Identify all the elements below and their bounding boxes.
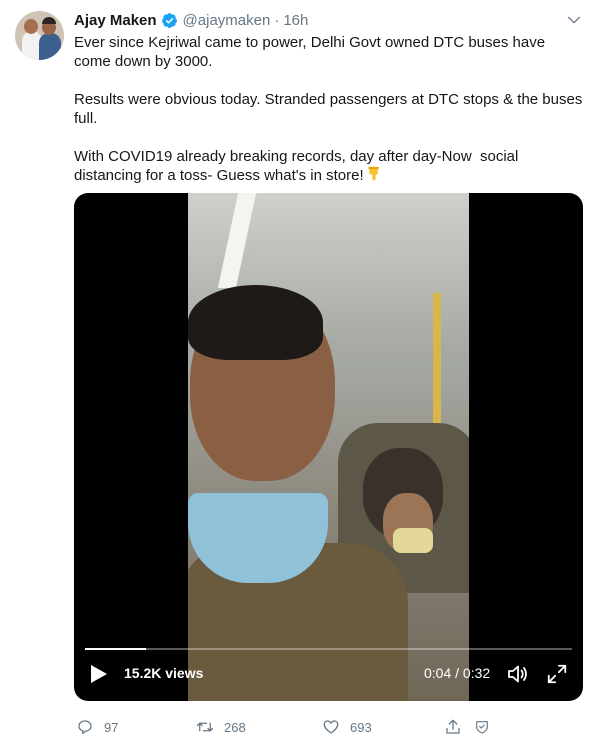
separator-dot: ·: [274, 11, 280, 29]
retweet-icon: [196, 722, 214, 732]
video-controls: 15.2K views 0:04 / 0:32: [74, 659, 583, 689]
share-icon: [446, 719, 460, 734]
avatar[interactable]: [15, 11, 64, 60]
tweet-paragraph: With COVID19 already breaking records, d…: [74, 147, 584, 185]
video-player[interactable]: 15.2K views 0:04 / 0:32: [74, 193, 583, 701]
video-frame: [188, 193, 469, 701]
tweet-actions: 97 268 693: [74, 718, 494, 740]
tweet-paragraph-text: With COVID19 already breaking records, d…: [74, 148, 523, 184]
volume-icon[interactable]: [506, 662, 530, 686]
reply-icon: [78, 720, 92, 735]
retweet-button[interactable]: 268: [196, 718, 246, 736]
tweet-text: Ever since Kejriwal came to power, Delhi…: [74, 33, 584, 185]
video-timecode: 0:04 / 0:32: [424, 665, 490, 681]
share-button[interactable]: [444, 718, 490, 736]
tweet[interactable]: Ajay Maken @ajaymaken · 16h Ever since K…: [0, 0, 595, 742]
chevron-down-icon[interactable]: [566, 12, 582, 28]
shield-check-icon[interactable]: [474, 719, 490, 735]
view-count: 15.2K views: [124, 665, 204, 681]
retweet-count: 268: [224, 719, 246, 735]
tweet-time[interactable]: 16h: [283, 12, 308, 29]
author-handle[interactable]: @ajaymaken: [183, 12, 271, 29]
verified-badge-icon: [161, 12, 177, 28]
like-count: 693: [350, 719, 372, 735]
like-icon: [323, 720, 339, 734]
tweet-paragraph: Results were obvious today. Stranded pas…: [74, 91, 587, 127]
video-progress-bar[interactable]: [85, 648, 572, 650]
fullscreen-icon[interactable]: [546, 663, 568, 685]
time-separator: /: [451, 665, 463, 681]
author-name[interactable]: Ajay Maken: [74, 12, 157, 29]
pointing-down-hand-icon: [368, 166, 379, 181]
play-icon[interactable]: [90, 664, 108, 684]
video-progress-fill: [85, 648, 146, 650]
tweet-header: Ajay Maken @ajaymaken · 16h: [74, 10, 308, 30]
reply-count: 97: [104, 719, 119, 735]
reply-button[interactable]: 97: [76, 718, 118, 736]
current-time: 0:04: [424, 665, 452, 681]
tweet-paragraph: Ever since Kejriwal came to power, Delhi…: [74, 34, 550, 70]
like-button[interactable]: 693: [322, 718, 372, 736]
total-time: 0:32: [462, 665, 491, 681]
